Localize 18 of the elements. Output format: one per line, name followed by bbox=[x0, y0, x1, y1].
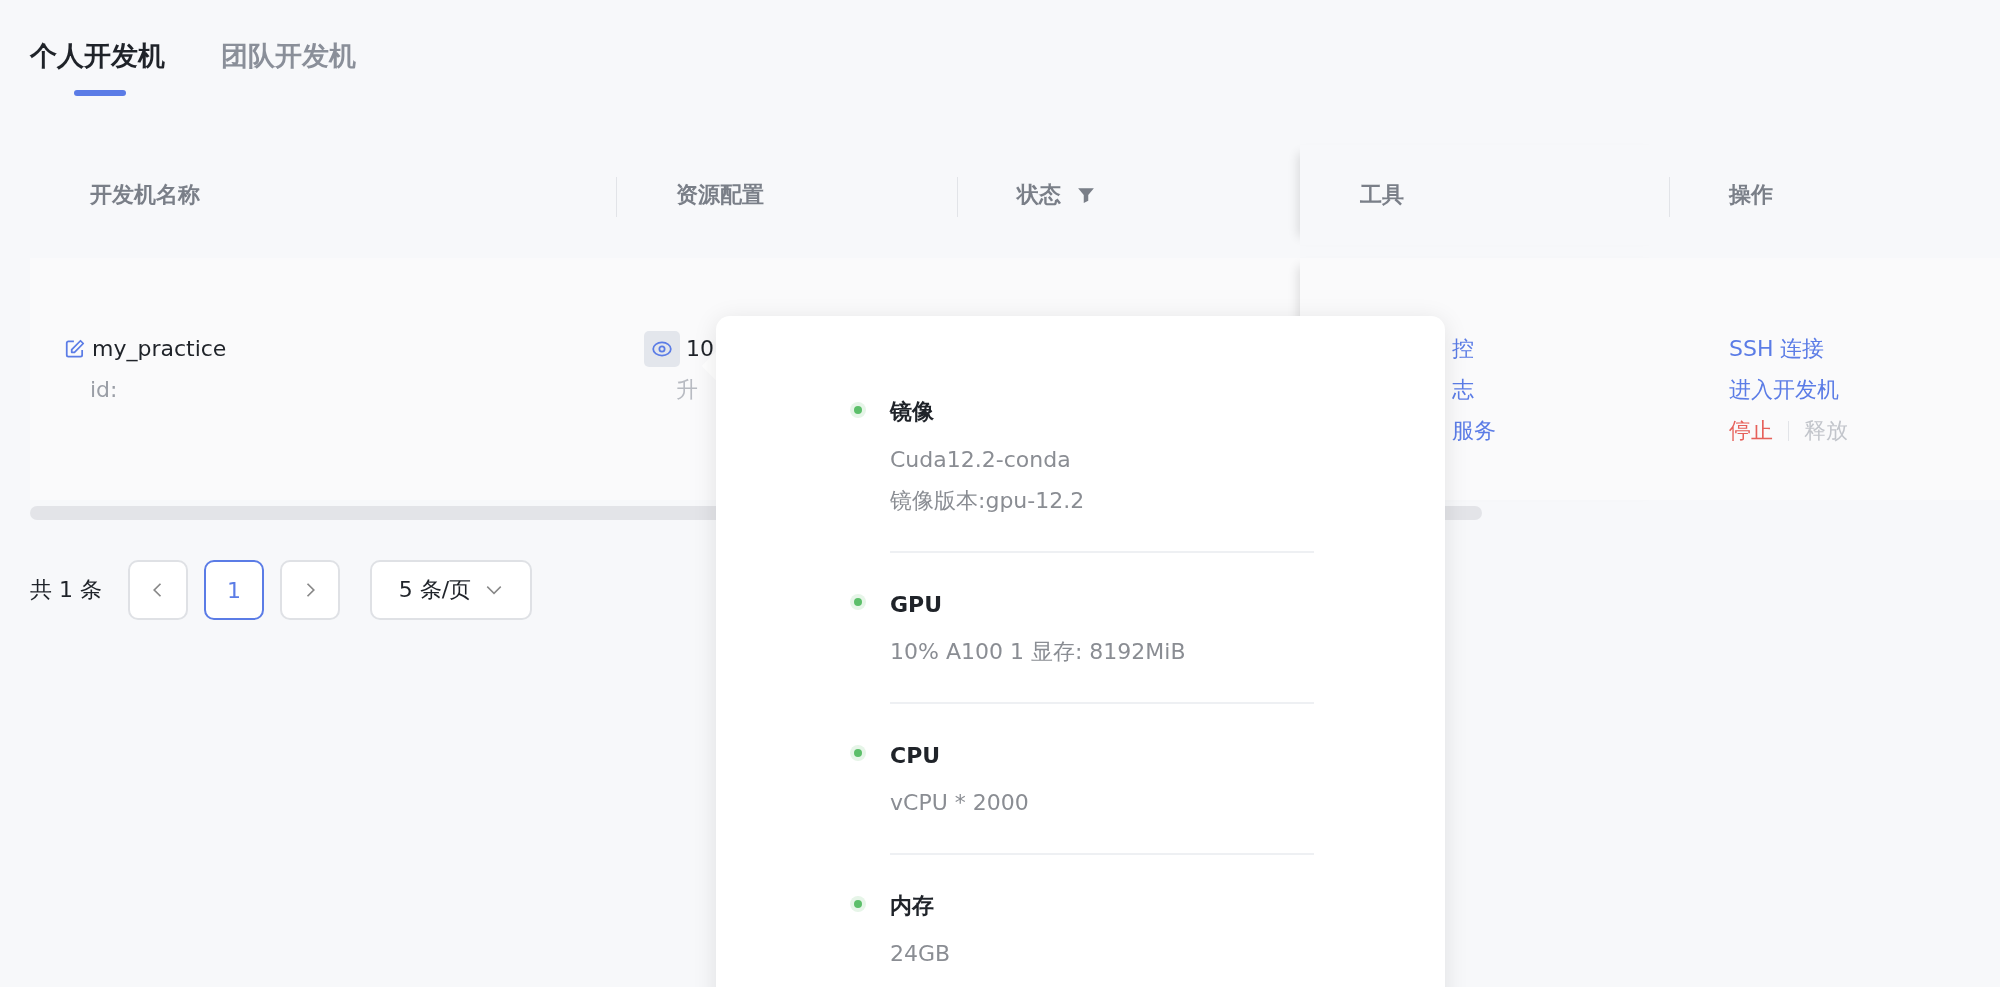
spec-detail: 镜像版本:gpu-12.2 bbox=[890, 487, 1085, 515]
spec-title: 内存 bbox=[890, 892, 934, 920]
column-header: 操作 bbox=[1729, 181, 1773, 209]
spec-detail: vCPU * 2000 bbox=[890, 789, 1029, 817]
spec-detail: Cuda12.2-conda bbox=[890, 446, 1071, 474]
spec-title: CPU bbox=[890, 742, 941, 768]
resource-value: 10 bbox=[686, 335, 714, 363]
machine-name: my_practice bbox=[92, 335, 227, 364]
column-header: 开发机名称 bbox=[90, 181, 200, 209]
column-header: 工具 bbox=[1360, 181, 1404, 209]
spec-title: 镜像 bbox=[890, 398, 934, 426]
spec-title: GPU bbox=[890, 591, 943, 617]
id-label: id: bbox=[90, 376, 118, 404]
spec-detail: 24GB bbox=[890, 940, 951, 968]
column-header: 状态 bbox=[1017, 181, 1061, 209]
column-header: 资源配置 bbox=[676, 181, 764, 209]
spec-detail: 10% A100 1 显存: 8192MiB bbox=[890, 638, 1186, 666]
total-count: 共 1 条 bbox=[30, 576, 102, 604]
